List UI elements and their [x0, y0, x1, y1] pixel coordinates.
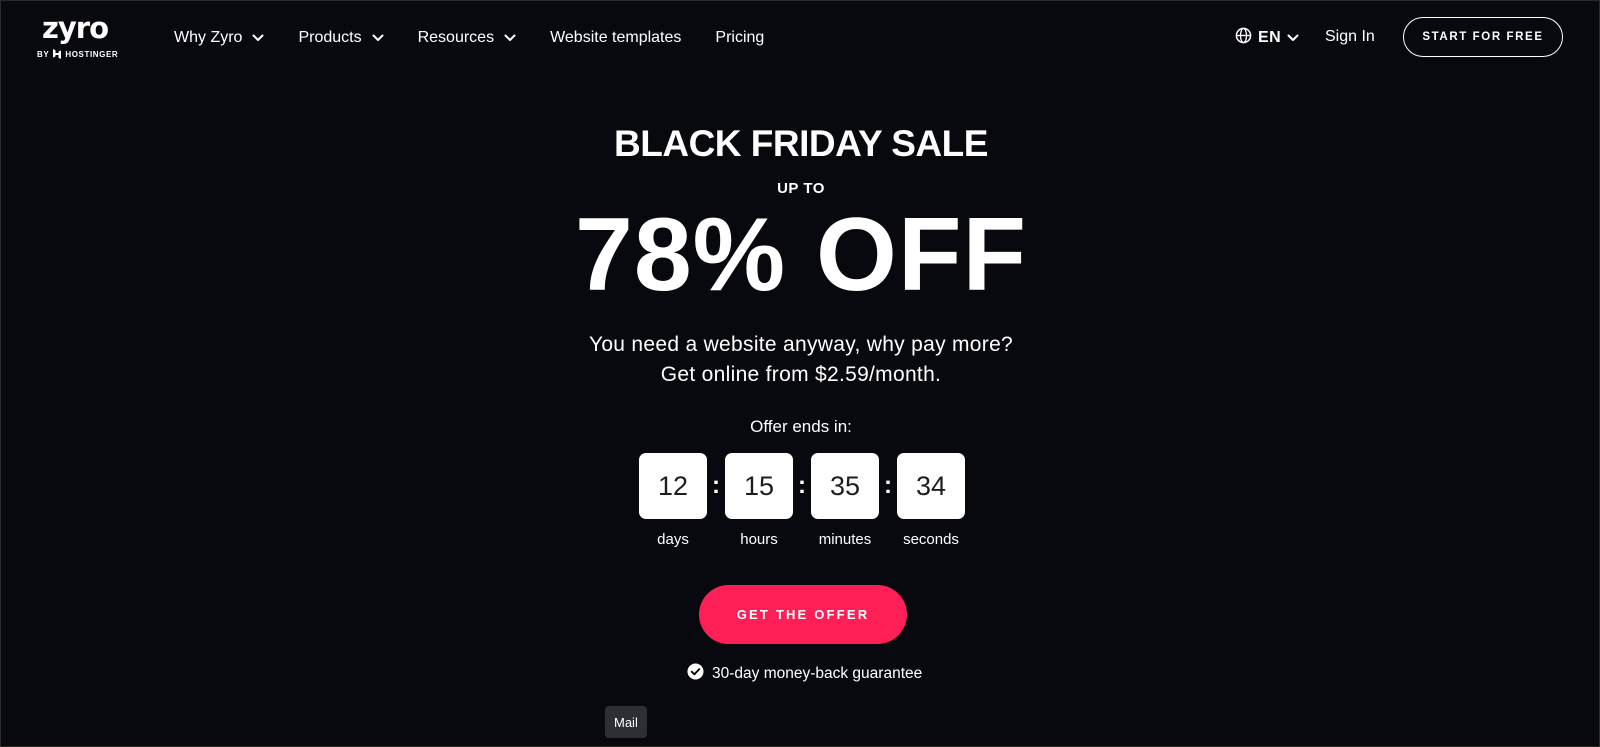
- discount-headline: 78% OFF: [575, 197, 1027, 313]
- logo-wordmark: zyro: [42, 11, 109, 45]
- hostinger-logo-icon: [52, 49, 62, 59]
- chevron-down-icon: [504, 34, 516, 42]
- nav-item-website-templates[interactable]: Website templates: [550, 29, 681, 47]
- nav-item-label: Products: [298, 29, 362, 46]
- countdown-minutes-label: minutes: [818, 531, 872, 548]
- countdown-hours: 15 hours: [725, 453, 793, 549]
- chevron-down-icon: [252, 34, 264, 42]
- start-for-free-button[interactable]: START FOR FREE: [1403, 17, 1563, 57]
- up-to-label: UP TO: [777, 180, 825, 197]
- nav-item-products[interactable]: Products: [298, 29, 384, 47]
- logo-parent-text: HOSTINGER: [65, 49, 119, 59]
- countdown-hours-value: 15: [725, 453, 793, 519]
- nav-item-label: Website templates: [550, 29, 682, 46]
- logo-byline: BY HOSTINGER: [37, 49, 118, 59]
- hero-price-line: Get online from $2.59/month.: [660, 363, 942, 386]
- nav-item-why-zyro[interactable]: Why Zyro: [174, 29, 264, 47]
- countdown-days: 12 days: [639, 453, 707, 549]
- chevron-down-icon: [372, 34, 384, 42]
- countdown-separator: :: [798, 472, 806, 499]
- offer-ends-label: Offer ends in:: [750, 417, 852, 436]
- language-selector[interactable]: EN: [1235, 27, 1299, 49]
- countdown-hours-label: hours: [740, 531, 778, 548]
- language-label: EN: [1258, 29, 1282, 46]
- money-back-guarantee: 30-day money-back guarantee: [687, 663, 922, 685]
- countdown-days-label: days: [657, 531, 689, 548]
- zyro-logo[interactable]: zyro BY HOSTINGER: [37, 11, 118, 63]
- guarantee-text: 30-day money-back guarantee: [712, 665, 923, 682]
- globe-icon: [1235, 27, 1252, 49]
- nav-item-label: Resources: [417, 29, 495, 46]
- mail-tooltip: Mail: [605, 706, 647, 738]
- countdown-minutes-value: 35: [811, 453, 879, 519]
- sign-in-link[interactable]: Sign In: [1325, 28, 1375, 46]
- countdown-seconds: 34 seconds: [897, 453, 965, 549]
- countdown-minutes: 35 minutes: [811, 453, 879, 549]
- nav-item-resources[interactable]: Resources: [418, 29, 516, 47]
- nav-item-label: Why Zyro: [174, 29, 243, 46]
- countdown-separator: :: [884, 472, 892, 499]
- countdown-seconds-value: 34: [897, 453, 965, 519]
- site-header: zyro BY HOSTINGER Why Zyro Products Reso…: [1, 1, 1600, 75]
- chevron-down-icon: [1287, 29, 1299, 47]
- countdown-seconds-label: seconds: [903, 531, 959, 548]
- check-circle-icon: [687, 663, 704, 685]
- get-the-offer-button[interactable]: GET THE OFFER: [699, 585, 907, 644]
- main-nav: Why Zyro Products Resources Website temp…: [174, 25, 764, 51]
- nav-item-pricing[interactable]: Pricing: [715, 29, 764, 47]
- countdown-timer: 12 days : 15 hours : 35 minutes : 34 sec…: [639, 453, 965, 549]
- logo-by-text: BY: [37, 49, 50, 59]
- countdown-separator: :: [712, 472, 720, 499]
- countdown-days-value: 12: [639, 453, 707, 519]
- sale-title: BLACK FRIDAY SALE: [614, 123, 988, 164]
- hero-subline: You need a website anyway, why pay more?: [588, 333, 1014, 356]
- nav-item-label: Pricing: [715, 29, 765, 46]
